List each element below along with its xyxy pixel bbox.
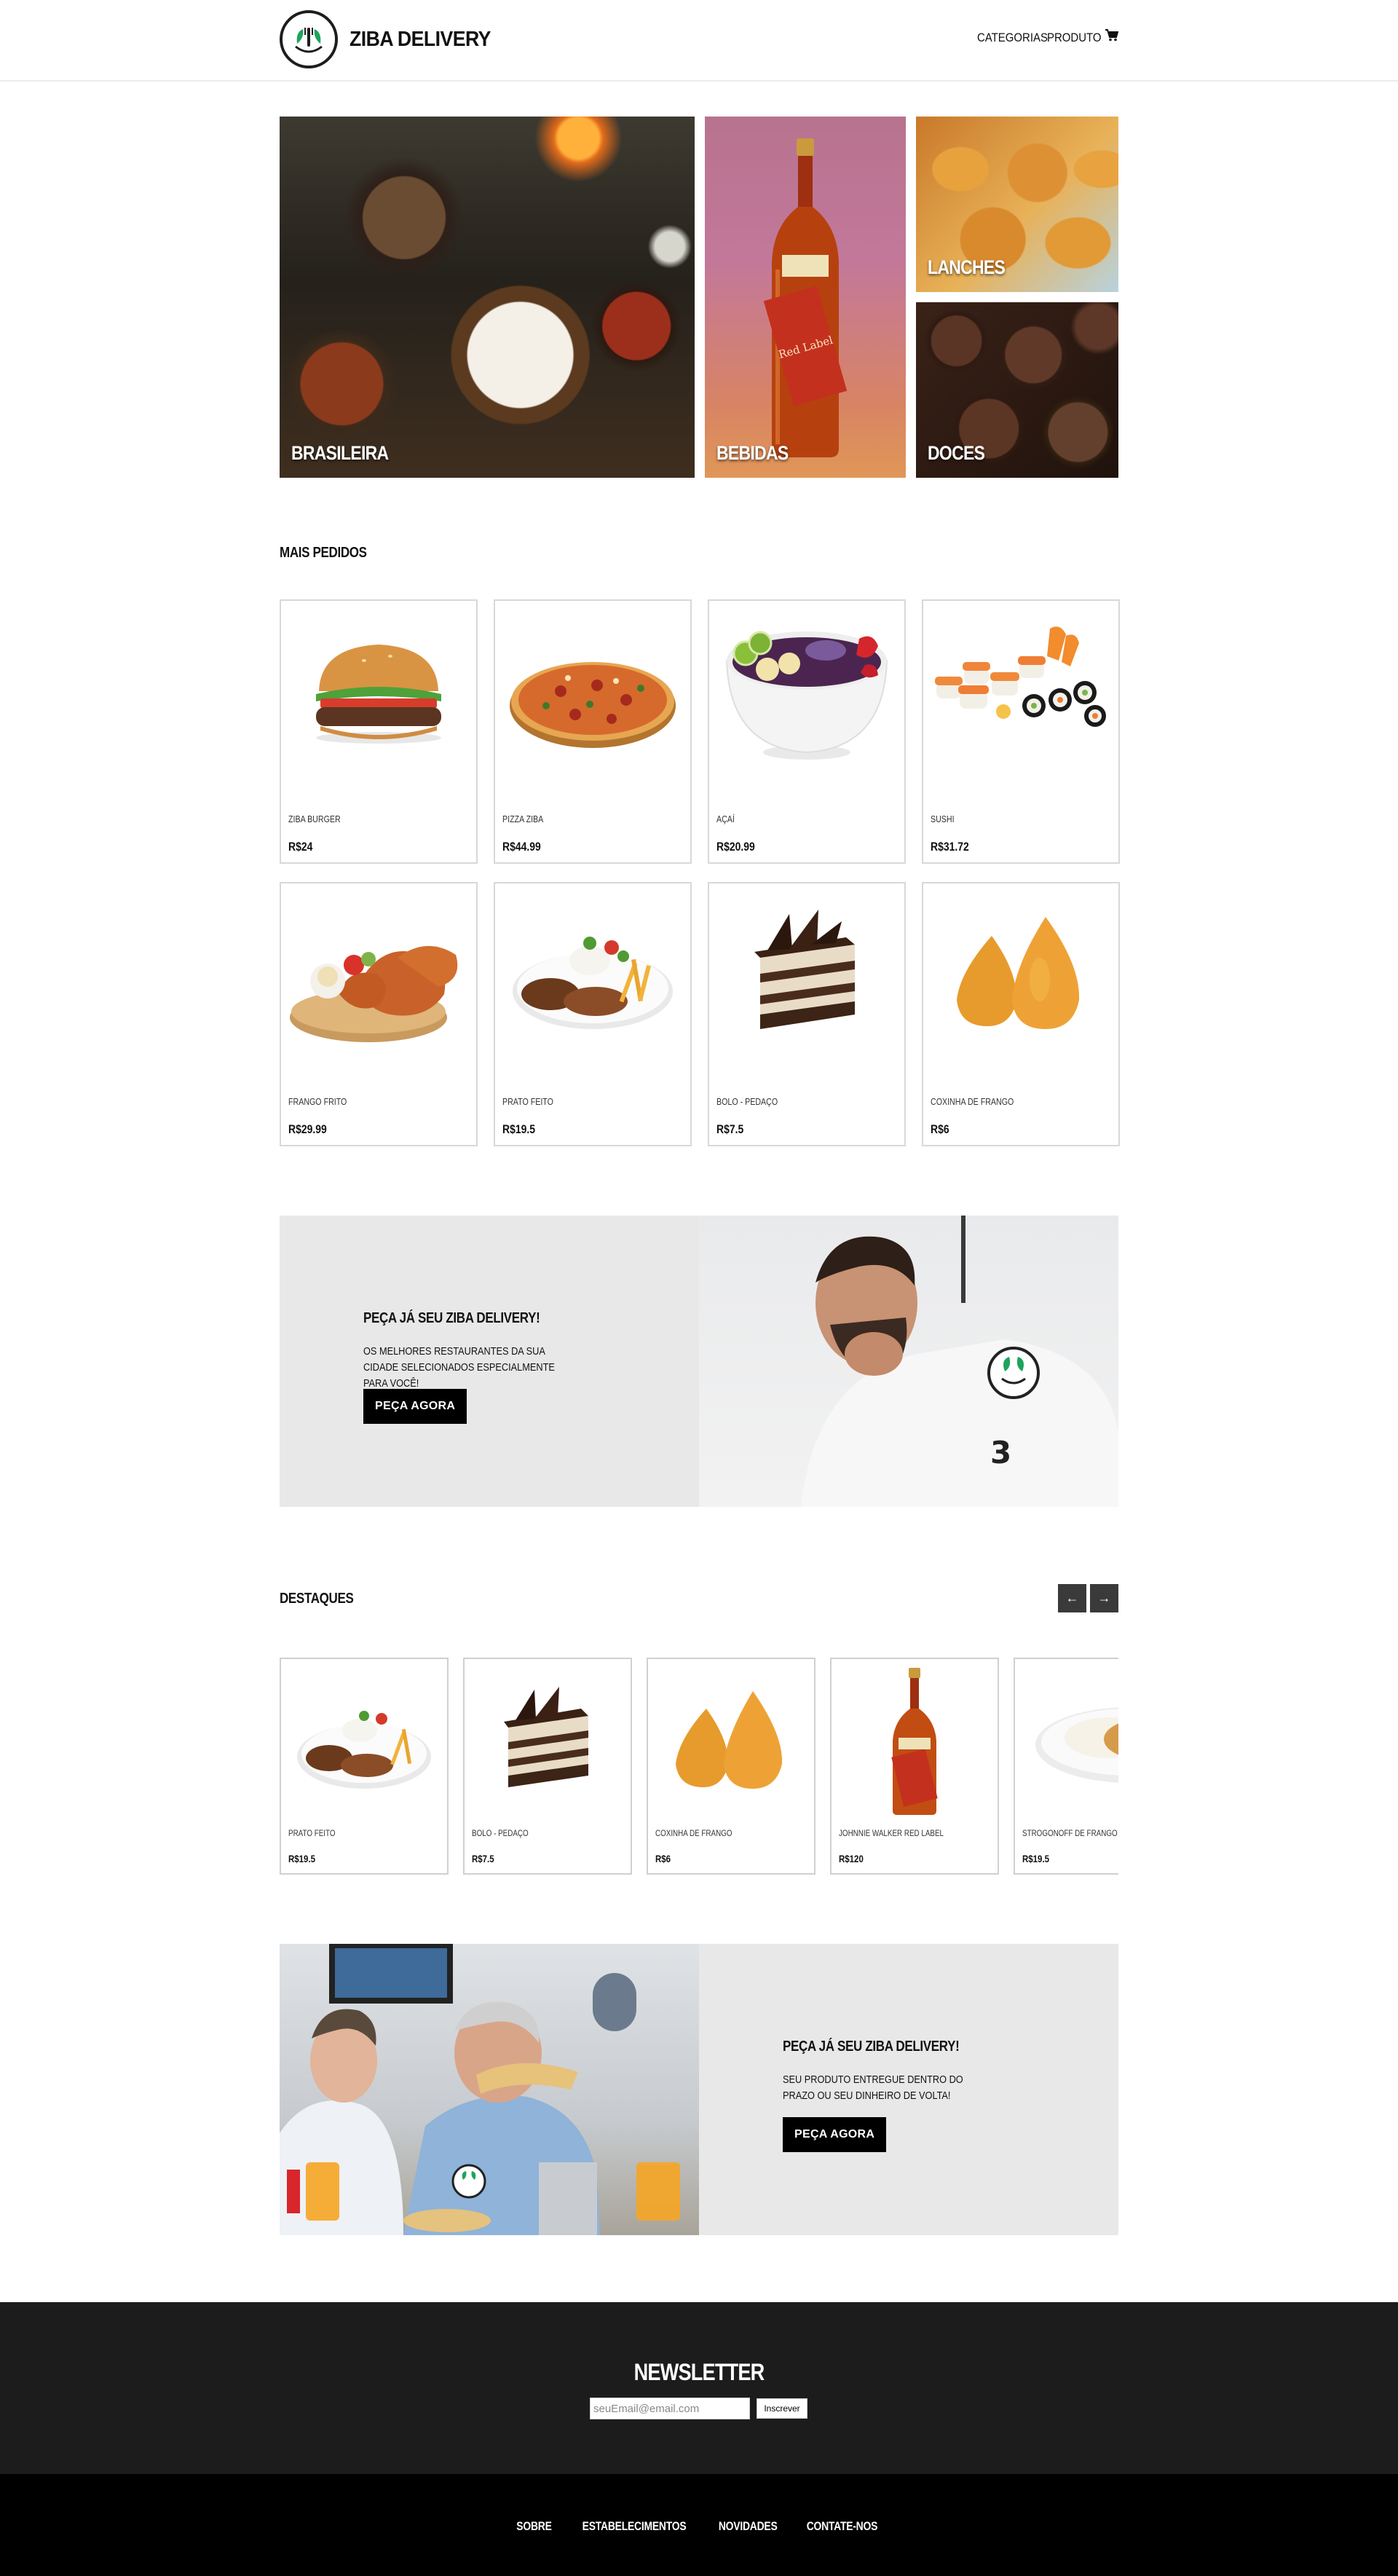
product-name: PRATO FEITO xyxy=(288,1828,336,1838)
burger-image xyxy=(316,645,441,744)
product-name: BOLO - PEDAÇO xyxy=(472,1828,529,1838)
footer-link-sobre[interactable]: SOBRE xyxy=(517,2519,553,2534)
product-price: R$20.99 xyxy=(716,840,755,854)
product-name: COXINHA DE FRANGO xyxy=(655,1828,732,1838)
carousel-next-button[interactable]: → xyxy=(1090,1584,1118,1612)
product-price: R$19.5 xyxy=(1022,1853,1050,1864)
destaques-carousel[interactable]: PRATO FEITO R$19.5 BOLO - PEDAÇO R$7.5 C… xyxy=(280,1658,1118,1876)
product-card[interactable]: COXINHA DE FRANGO R$6 xyxy=(922,882,1120,1146)
carousel-prev-button[interactable]: ← xyxy=(1058,1584,1086,1612)
highlight-card[interactable]: JOHNNIE WALKER RED LABEL R$120 xyxy=(830,1658,999,1875)
product-price: R$44.99 xyxy=(502,840,541,854)
nav-produto[interactable]: PRODUTO xyxy=(1047,31,1102,45)
subscribe-button[interactable]: Inscrever xyxy=(757,2398,807,2419)
section-title-destaques: DESTAQUES xyxy=(280,1591,354,1607)
highlight-card[interactable]: BOLO - PEDAÇO R$7.5 xyxy=(463,1658,632,1875)
product-card[interactable]: PRATO FEITO R$19.5 xyxy=(494,882,692,1146)
promo-title: PEÇA JÁ SEU ZIBA DELIVERY! xyxy=(783,2039,960,2055)
site-header: ZIBA DELIVERY CATEGORIAS PRODUTO xyxy=(0,0,1398,82)
category-label: DOCES xyxy=(928,442,985,464)
product-price: R$6 xyxy=(655,1853,671,1864)
category-label: LANCHES xyxy=(928,256,1006,278)
product-price: R$29.99 xyxy=(288,1122,327,1136)
brand-name[interactable]: ZIBA DELIVERY xyxy=(350,28,491,52)
promo-banner-2: PEÇA JÁ SEU ZIBA DELIVERY! SEU PRODUTO E… xyxy=(280,1944,1118,2235)
footer-link-estabelecimentos[interactable]: ESTABELECIMENTOS xyxy=(582,2519,686,2534)
highlight-card[interactable]: PRATO FEITO R$19.5 xyxy=(280,1658,449,1875)
product-price: R$7.5 xyxy=(472,1853,494,1864)
product-price: R$7.5 xyxy=(716,1122,744,1136)
newsletter-title: NEWSLETTER xyxy=(633,2359,765,2385)
logo-icon[interactable] xyxy=(280,10,338,68)
product-name: JOHNNIE WALKER RED LABEL xyxy=(839,1828,944,1838)
whisky-bottle-illustration: Red Label xyxy=(763,138,848,457)
coxinha-image xyxy=(676,1691,783,1789)
fried-chicken-image xyxy=(290,945,458,1042)
nav-categorias[interactable]: CATEGORIAS xyxy=(977,31,1048,45)
product-card[interactable]: PIZZA ZIBA R$44.99 xyxy=(494,599,692,864)
category-tile-bebidas[interactable]: Red Label BEBIDAS xyxy=(705,117,906,478)
section-title-mais-pedidos: MAIS PEDIDOS xyxy=(280,545,367,561)
product-name: FRANGO FRITO xyxy=(288,1096,347,1107)
svg-text:3: 3 xyxy=(990,1435,1011,1470)
order-now-button[interactable]: PEÇA AGORA xyxy=(363,1389,467,1424)
newsletter-section: NEWSLETTER Inscrever xyxy=(0,2302,1398,2474)
product-name: STROGONOFF DE FRANGO xyxy=(1022,1828,1118,1838)
plate-meal-image xyxy=(297,1711,431,1789)
cake-slice-image xyxy=(504,1687,588,1787)
product-card[interactable]: ZIBA BURGER R$24 xyxy=(280,599,478,864)
category-tile-brasileira[interactable]: BRASILEIRA xyxy=(280,117,695,478)
promo-text: SEU PRODUTO ENTREGUE DENTRO DO PRAZO OU … xyxy=(783,2073,963,2102)
product-price: R$6 xyxy=(931,1122,949,1136)
product-price: R$19.5 xyxy=(502,1122,535,1136)
product-card[interactable]: FRANGO FRITO R$29.99 xyxy=(280,882,478,1146)
highlight-card[interactable]: COXINHA DE FRANGO R$6 xyxy=(647,1658,816,1875)
promo-photo-people-eating xyxy=(280,1944,699,2235)
product-name: SUSHI xyxy=(931,814,955,824)
product-card[interactable]: SUSHI R$31.72 xyxy=(922,599,1120,864)
product-price: R$120 xyxy=(839,1853,864,1864)
footer-link-contate-nos[interactable]: CONTATE-NOS xyxy=(807,2519,878,2534)
acai-image xyxy=(725,631,888,760)
product-price: R$19.5 xyxy=(288,1853,316,1864)
sushi-image xyxy=(935,626,1106,727)
product-name: PIZZA ZIBA xyxy=(502,814,544,824)
product-card[interactable]: AÇAÍ R$20.99 xyxy=(708,599,906,864)
product-name: AÇAÍ xyxy=(716,814,735,824)
cart-icon[interactable] xyxy=(1105,29,1119,45)
cake-slice-image xyxy=(754,910,855,1029)
promo-banner-1: PEÇA JÁ SEU ZIBA DELIVERY! OS MELHORES R… xyxy=(280,1216,1118,1507)
strogonoff-image xyxy=(1035,1707,1118,1783)
product-name: PRATO FEITO xyxy=(502,1096,553,1107)
product-name: ZIBA BURGER xyxy=(288,814,341,824)
product-name: COXINHA DE FRANGO xyxy=(931,1096,1014,1107)
product-price: R$31.72 xyxy=(931,840,969,854)
newsletter-email-input[interactable] xyxy=(590,2398,750,2419)
product-card[interactable]: BOLO - PEDAÇO R$7.5 xyxy=(708,882,906,1146)
order-now-button[interactable]: PEÇA AGORA xyxy=(783,2117,887,2152)
plate-meal-image xyxy=(513,937,673,1029)
footer-link-novidades[interactable]: NOVIDADES xyxy=(719,2519,778,2534)
category-tile-lanches[interactable]: LANCHES xyxy=(916,117,1118,292)
promo-text: OS MELHORES RESTAURANTES DA SUA CIDADE S… xyxy=(363,1345,555,1390)
category-tile-doces[interactable]: DOCES xyxy=(916,302,1118,478)
highlight-card[interactable]: STROGONOFF DE FRANGO R$19.5 xyxy=(1014,1658,1118,1875)
product-name: BOLO - PEDAÇO xyxy=(716,1096,778,1107)
promo-title: PEÇA JÁ SEU ZIBA DELIVERY! xyxy=(363,1310,540,1326)
footer-nav: SOBRE ESTABELECIMENTOS NOVIDADES CONTATE… xyxy=(0,2519,1398,2534)
whisky-bottle-image xyxy=(891,1668,938,1815)
coxinha-image xyxy=(957,917,1080,1029)
category-label: BEBIDAS xyxy=(716,442,789,464)
promo-photo-man-eating: 3 xyxy=(699,1216,1118,1507)
category-label: BRASILEIRA xyxy=(291,442,389,464)
site-footer: SOBRE ESTABELECIMENTOS NOVIDADES CONTATE… xyxy=(0,2474,1398,2576)
pizza-image xyxy=(510,662,676,748)
product-price: R$24 xyxy=(288,840,313,854)
